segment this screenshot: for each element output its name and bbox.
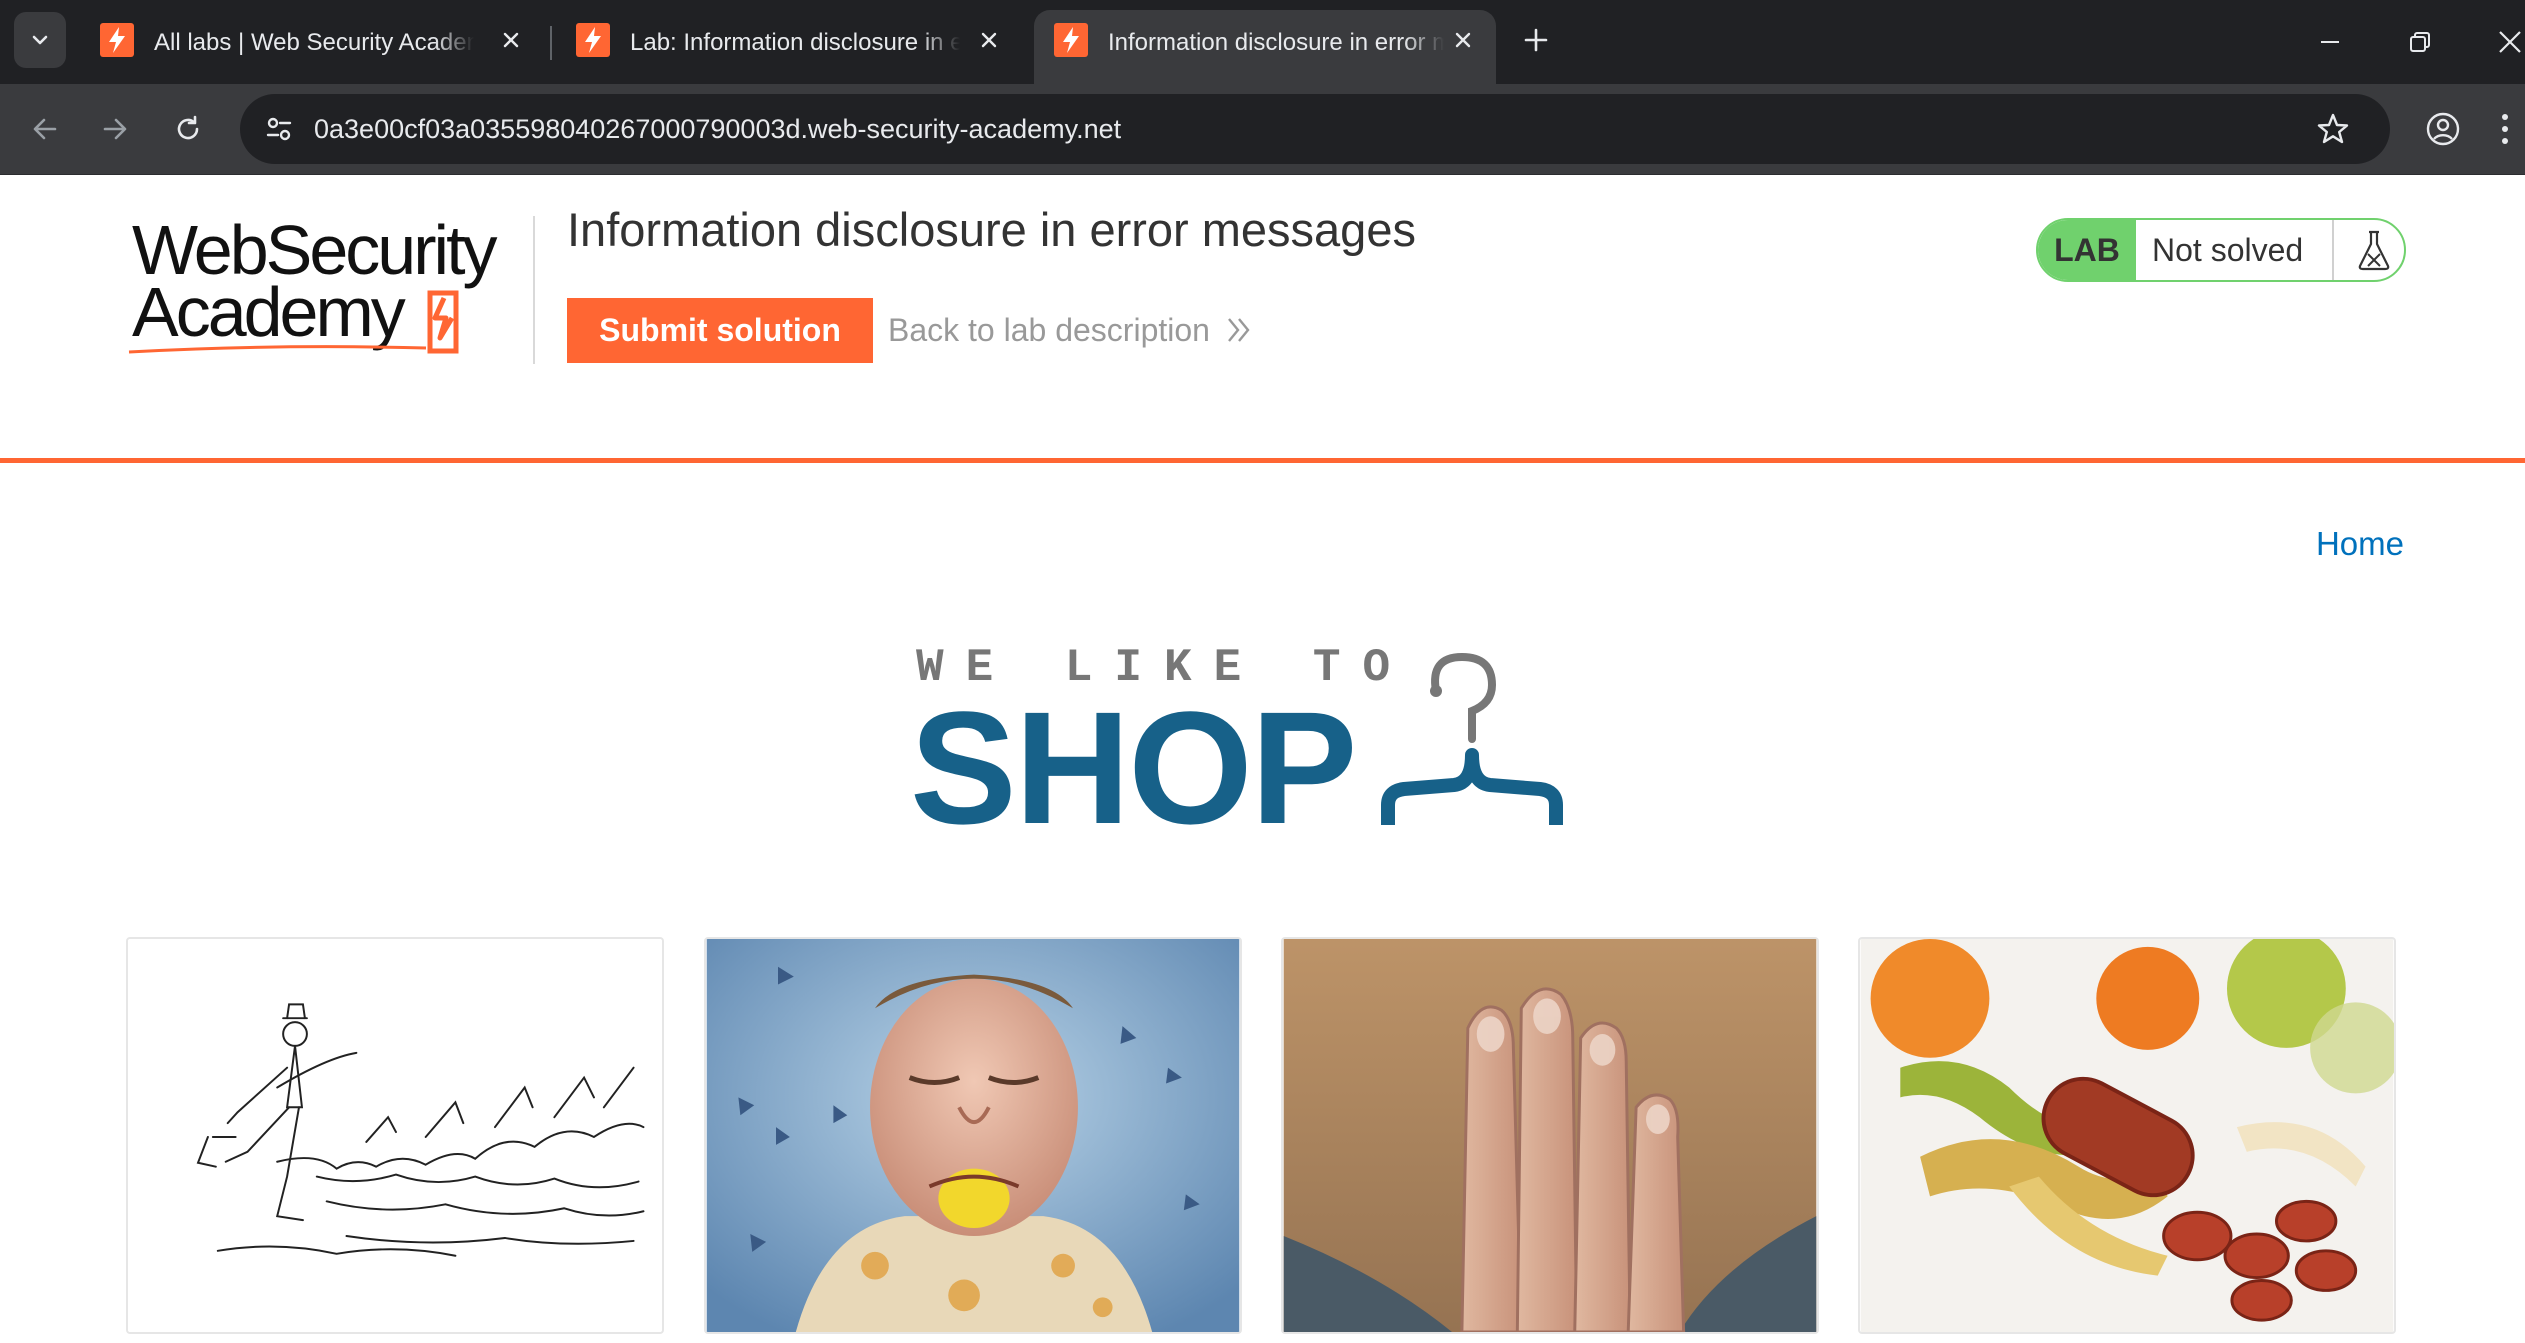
lab-status-widget: LAB Not solved (2036, 218, 2406, 282)
close-icon (1455, 32, 1471, 48)
we-like-to-shop-logo: WE LIKE TO SHOP (910, 640, 1630, 848)
header-divider (0, 458, 2525, 463)
lab-title: Information disclosure in error messages (567, 203, 1416, 256)
close-tab-button[interactable] (972, 23, 1006, 57)
kebab-menu-icon (2502, 114, 2508, 144)
shop-wordmark: SHOP (910, 678, 1357, 857)
tune-icon (266, 117, 292, 141)
product-card-1[interactable] (126, 937, 664, 1334)
close-tab-button[interactable] (494, 23, 528, 57)
lab-badge: LAB (2038, 220, 2136, 280)
arrow-right-icon (103, 118, 127, 140)
restore-button[interactable] (2398, 20, 2442, 64)
close-window-button[interactable] (2488, 20, 2525, 64)
minimize-icon (2321, 41, 2339, 43)
minimize-button[interactable] (2308, 20, 2352, 64)
chevron-down-icon (32, 35, 48, 45)
star-icon (2317, 113, 2349, 144)
account-icon (2426, 112, 2460, 146)
restore-icon (2410, 32, 2430, 52)
tab-lab-description[interactable]: Lab: Information disclosure in error mes… (556, 10, 1026, 74)
web-security-academy-logo[interactable]: WebSecurity Academy (126, 211, 526, 364)
arrow-left-icon (33, 118, 57, 140)
back-button[interactable] (20, 104, 70, 154)
browser-toolbar: 0a3e00cf03a035598040267000790003d.web-se… (0, 84, 2525, 175)
back-link-label: Back to lab description (888, 312, 1210, 348)
flask-icon (2352, 228, 2396, 272)
lightning-bolt-icon (576, 23, 610, 57)
tab-title: Lab: Information disclosure in error mes… (630, 26, 960, 60)
close-tab-button[interactable] (1446, 23, 1480, 57)
lab-status-text: Not solved (2152, 232, 2304, 268)
logo-divider (533, 216, 535, 364)
banana-sausage-image (1860, 939, 2394, 1332)
address-bar[interactable]: 0a3e00cf03a035598040267000790003d.web-se… (240, 94, 2390, 164)
plus-icon (1524, 28, 1548, 52)
new-tab-button[interactable] (1516, 20, 1556, 60)
back-to-lab-description-link[interactable]: Back to lab description (888, 308, 1252, 352)
submit-solution-button[interactable]: Submit solution (567, 298, 873, 363)
product-card-3[interactable] (1281, 937, 1819, 1334)
clothes-hanger-icon (1381, 652, 1563, 825)
tab-all-labs[interactable]: All labs | Web Security Academy (80, 10, 550, 74)
url-text[interactable]: 0a3e00cf03a035598040267000790003d.web-se… (314, 112, 1121, 146)
tab-title: All labs | Web Security Academy (154, 26, 474, 60)
sketch-man-cats-image (128, 939, 662, 1332)
tab-title: Information disclosure in error messages (1108, 26, 1444, 60)
browser-menu-button[interactable] (2490, 104, 2520, 154)
lightning-bolt-icon (1054, 23, 1088, 57)
tab-active-lab[interactable]: Information disclosure in error messages (1034, 10, 1496, 84)
site-info-button[interactable] (254, 104, 304, 154)
home-link[interactable]: Home (2316, 522, 2404, 566)
logo-text-line2: Academy (132, 273, 406, 351)
hand-over-beard-image (1283, 939, 1817, 1332)
reload-button[interactable] (163, 104, 213, 154)
lightning-bolt-icon (100, 23, 134, 57)
browser-tab-strip: All labs | Web Security Academy Lab: Inf… (0, 0, 2525, 84)
tab-separator (550, 26, 552, 60)
forward-button[interactable] (90, 104, 140, 154)
man-lemon-face-image (706, 939, 1240, 1332)
logo-bolt-icon (427, 290, 459, 354)
profile-button[interactable] (2418, 104, 2468, 154)
product-card-2[interactable] (704, 937, 1242, 1334)
bookmark-button[interactable] (2312, 108, 2354, 150)
close-icon (503, 32, 519, 48)
product-card-4[interactable] (1858, 937, 2396, 1334)
close-icon (2499, 31, 2521, 53)
double-chevron-right-icon (1228, 318, 1250, 342)
tab-search-button[interactable] (14, 12, 66, 68)
reload-icon (177, 115, 199, 140)
close-icon (981, 32, 997, 48)
lab-status-divider (2332, 220, 2334, 280)
